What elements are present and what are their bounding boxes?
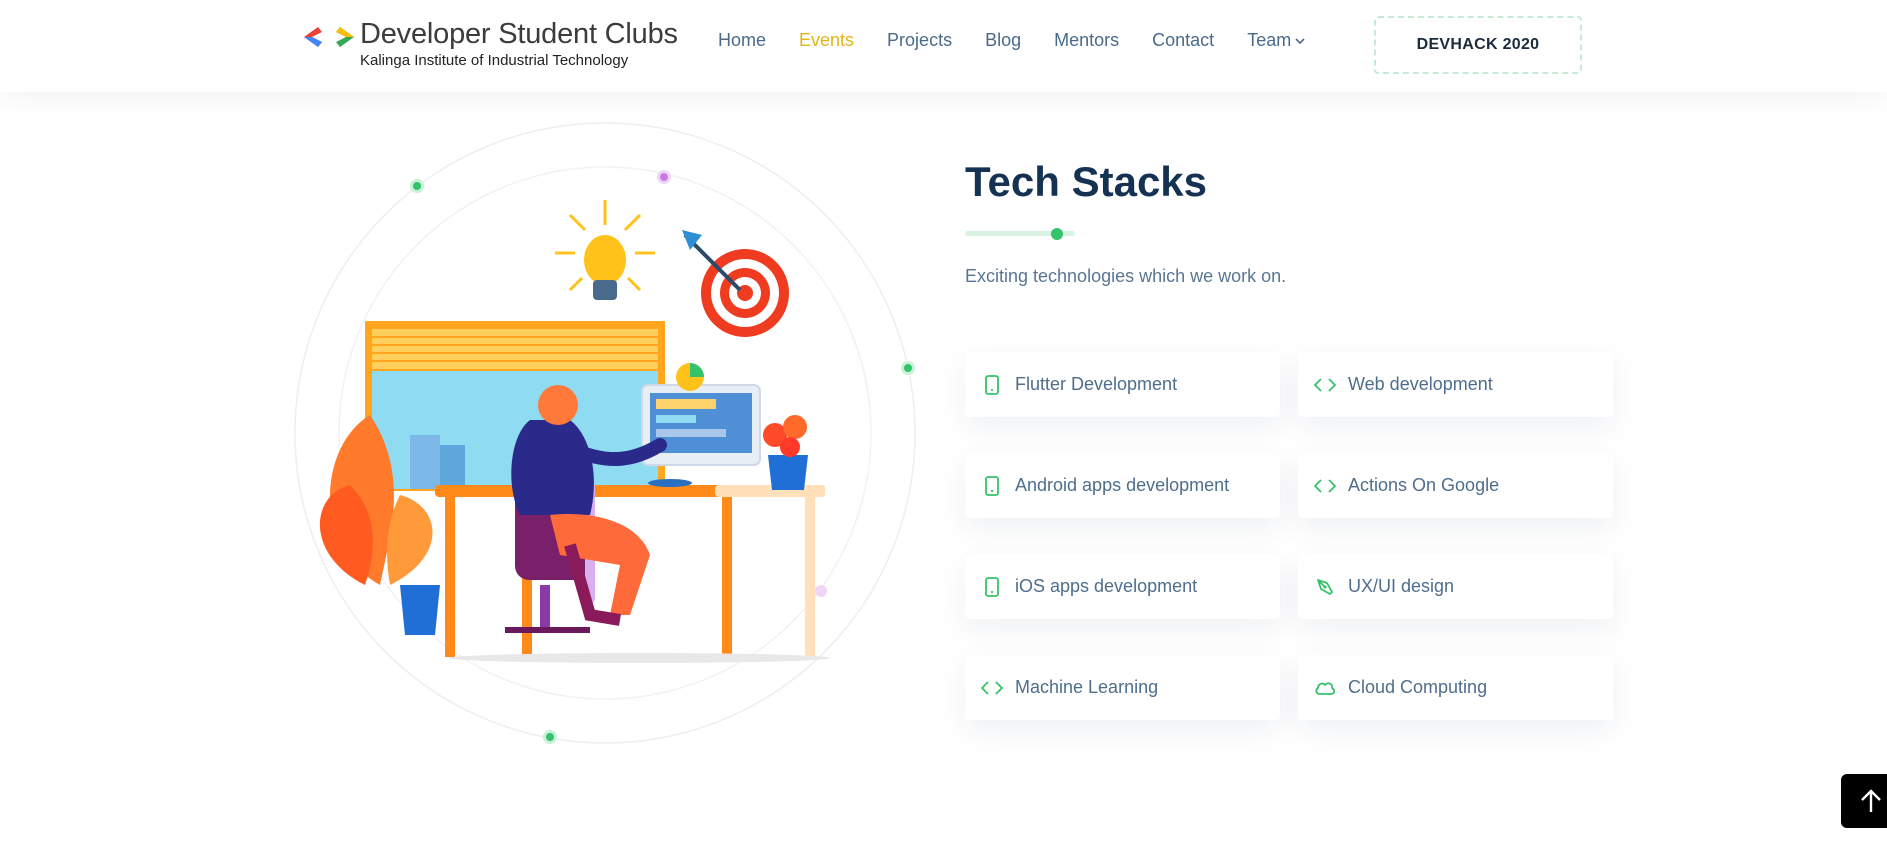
code-icon — [981, 677, 1003, 699]
section-title: Tech Stacks — [965, 158, 1208, 205]
pen-tool-icon — [1314, 576, 1336, 598]
workspace-illustration — [294, 122, 916, 744]
main-nav: Home Events Projects Blog Mentors Contac… — [718, 30, 1338, 51]
nav-team-label: Team — [1247, 30, 1292, 50]
stack-card-flutter[interactable]: Flutter Development — [965, 352, 1280, 417]
stack-label: Android apps development — [1015, 475, 1230, 495]
site-header: Developer Student Clubs Kalinga Institut… — [0, 0, 1887, 92]
nav-team-dropdown[interactable]: Team — [1247, 30, 1305, 51]
stack-card-uxui[interactable]: UX/UI design — [1298, 554, 1613, 619]
mobile-icon — [981, 475, 1003, 497]
stack-card-cloud[interactable]: Cloud Computing — [1298, 655, 1613, 720]
code-icon — [1314, 374, 1336, 396]
tech-stack-grid: Flutter Development Web development Andr… — [965, 352, 1613, 720]
mobile-icon — [981, 576, 1003, 598]
mobile-icon — [981, 374, 1003, 396]
chevron-down-icon — [1295, 37, 1305, 44]
devhack-button[interactable]: DEVHACK 2020 — [1374, 16, 1582, 74]
code-icon — [1314, 475, 1336, 497]
stack-card-actions-on-google[interactable]: Actions On Google — [1298, 453, 1613, 518]
brand-subtitle: Kalinga Institute of Industrial Technolo… — [360, 52, 629, 69]
nav-contact[interactable]: Contact — [1152, 30, 1214, 51]
stack-card-android[interactable]: Android apps development — [965, 453, 1280, 518]
dsc-logo-icon — [304, 27, 354, 47]
stack-card-ml[interactable]: Machine Learning — [965, 655, 1280, 720]
nav-events[interactable]: Events — [799, 30, 854, 51]
section-subtitle: Exciting technologies which we work on. — [965, 266, 1287, 286]
nav-mentors[interactable]: Mentors — [1054, 30, 1119, 51]
stack-label: Cloud Computing — [1348, 677, 1488, 697]
stack-label: Machine Learning — [1015, 677, 1159, 697]
title-divider — [965, 228, 1075, 240]
nav-home[interactable]: Home — [718, 30, 766, 51]
stack-card-web[interactable]: Web development — [1298, 352, 1613, 417]
brand-logo[interactable]: Developer Student Clubs Kalinga Institut… — [300, 18, 678, 69]
stack-label: iOS apps development — [1015, 576, 1198, 596]
stack-card-ios[interactable]: iOS apps development — [965, 554, 1280, 619]
nav-blog[interactable]: Blog — [985, 30, 1021, 51]
brand-title: Developer Student Clubs — [360, 18, 678, 50]
cloud-icon — [1314, 677, 1336, 699]
arrow-up-icon — [1861, 789, 1881, 812]
stack-label: Web development — [1348, 374, 1493, 394]
stack-label: Flutter Development — [1015, 374, 1178, 394]
stack-label: Actions On Google — [1348, 475, 1500, 495]
scroll-to-top-button[interactable] — [1841, 774, 1887, 828]
nav-projects[interactable]: Projects — [887, 30, 952, 51]
stack-label: UX/UI design — [1348, 576, 1455, 596]
